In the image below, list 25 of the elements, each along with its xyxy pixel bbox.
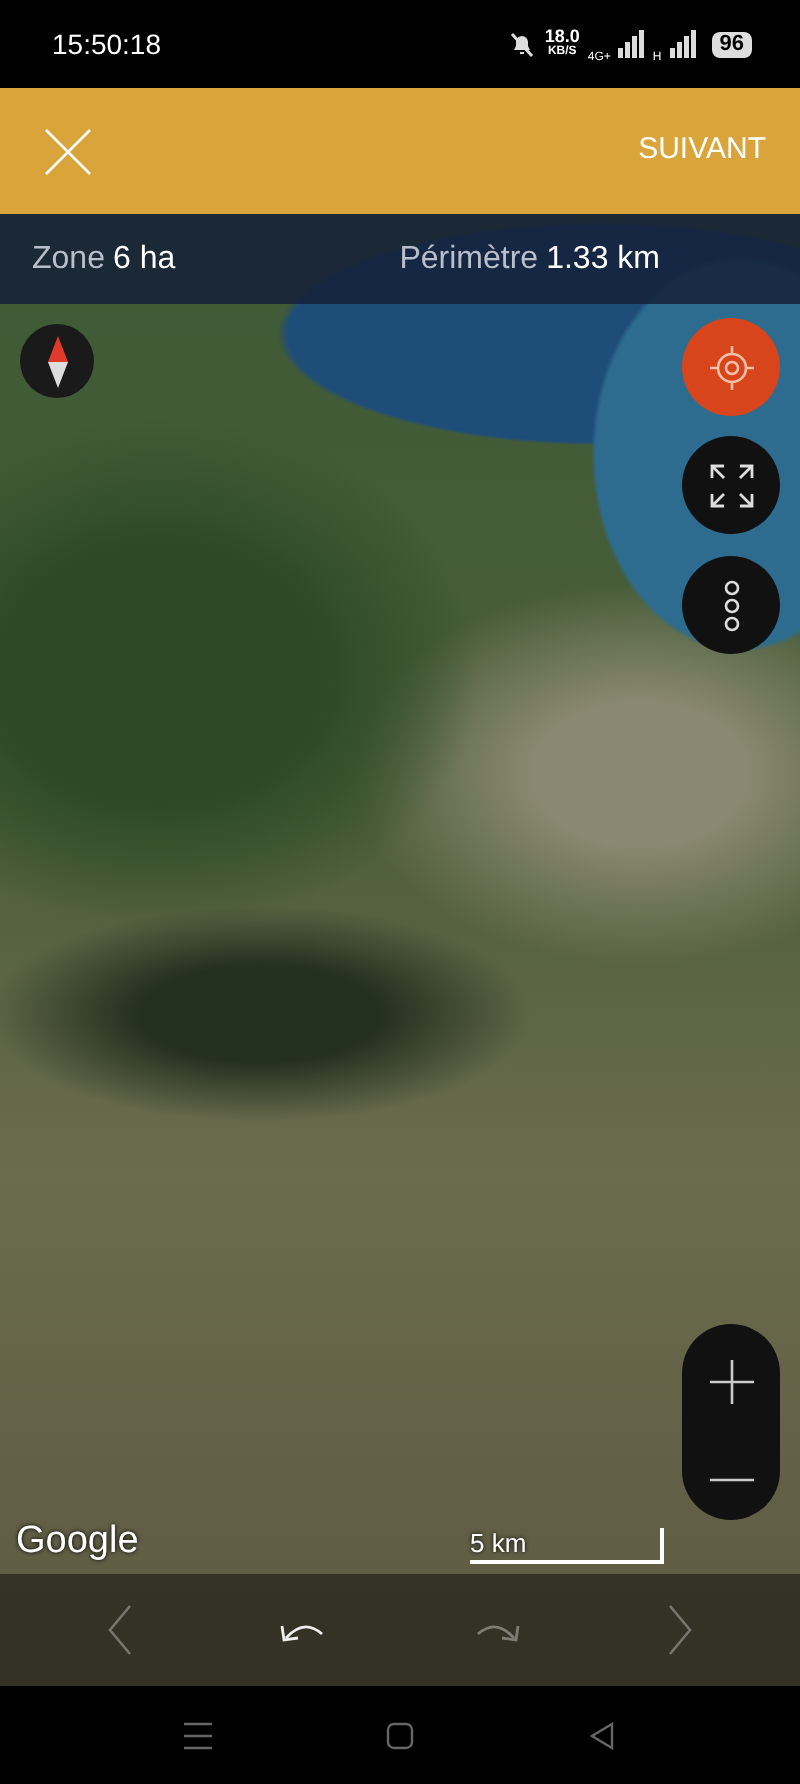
compass-icon[interactable]	[20, 324, 94, 398]
stat-value: 6 ha	[112, 239, 176, 279]
fullscreen-icon	[707, 461, 755, 509]
stat-label: Périmètre	[399, 239, 539, 279]
muted-bell-icon	[508, 30, 537, 58]
status-time: 15:50:18	[52, 25, 161, 63]
next-button[interactable]: SUIVANT	[638, 128, 766, 174]
close-button[interactable]	[44, 127, 92, 175]
fullscreen-button[interactable]	[682, 436, 780, 534]
battery-level: 96	[711, 31, 752, 57]
stat-label: Zone	[32, 239, 105, 279]
target-icon	[707, 343, 755, 391]
signal-icon	[669, 30, 696, 58]
menu-icon[interactable]	[183, 1721, 212, 1749]
map-attribution: Google	[16, 1518, 139, 1566]
locate-button[interactable]	[682, 318, 780, 416]
plus-icon	[709, 1360, 753, 1404]
minus-icon	[709, 1476, 753, 1484]
more-icon	[721, 579, 741, 631]
signal-icon	[618, 30, 645, 58]
stat-value: 1.33 km	[546, 239, 660, 279]
more-button[interactable]	[682, 556, 780, 654]
back-icon[interactable]	[588, 1721, 617, 1749]
home-icon[interactable]	[385, 1721, 414, 1749]
map-scale: 5 km	[470, 1528, 664, 1564]
